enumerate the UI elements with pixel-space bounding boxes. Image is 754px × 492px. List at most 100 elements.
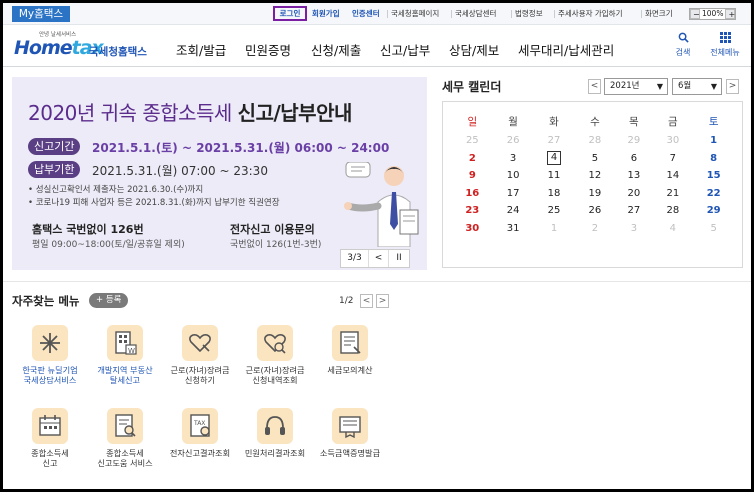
calendar-day-cell[interactable]: 18 [533, 185, 576, 203]
calendar-day-number: 27 [547, 135, 561, 147]
calendar-day-cell[interactable]: 11 [533, 167, 576, 185]
cert-center-link[interactable]: 인증센터 [352, 8, 380, 19]
calendar-day-cell[interactable]: 4 [653, 220, 692, 238]
favorite-menu-item[interactable]: 소득금액증명발급 [313, 408, 387, 458]
calendar-week-row: 23 24 25 26 27 28 29 [451, 202, 735, 220]
nav-consult[interactable]: 상담/제보 [449, 40, 499, 59]
favorites-add-button[interactable]: + 등록 [89, 293, 129, 308]
promo-banner[interactable]: 2020년 귀속 종합소득세 신고/납부안내 신고기간 2021.5.1.(토)… [12, 77, 427, 270]
favorite-menu-item[interactable]: 세금모의계산 [313, 325, 387, 375]
consult-center-link[interactable]: 국세상담센터 [455, 8, 496, 19]
banner-prev-button[interactable]: < [369, 250, 389, 267]
zoom-out-button[interactable]: − [690, 9, 700, 19]
favorite-menu-item[interactable]: 한국판 뉴딜기업 국세상담서비스 [13, 325, 87, 385]
law-info-link[interactable]: 법령정보 [515, 8, 543, 19]
calendar-day-cell[interactable]: 2 [451, 150, 494, 168]
calendar-day-cell[interactable]: 26 [575, 202, 614, 220]
my-hometax-tab[interactable]: My홈택스 [12, 6, 70, 22]
search-button[interactable]: 검색 [663, 32, 703, 58]
calendar-day-number: 28 [588, 135, 602, 147]
calendar-day-cell[interactable]: 14 [653, 167, 692, 185]
calendar-day-cell[interactable]: 20 [614, 185, 653, 203]
banner-pause-button[interactable]: II [389, 250, 409, 267]
payment-deadline-value: 2021.5.31.(월) 07:00 ~ 23:30 [92, 164, 268, 178]
login-link[interactable]: 로그인 [273, 6, 307, 21]
doc-check-icon: TAX [182, 408, 218, 444]
calendar-day-cell[interactable]: 6 [614, 150, 653, 168]
hometax-logo[interactable]: 안녕 날세서비스 Hometax 국세청홈택스 [11, 30, 151, 62]
calendar-day-cell[interactable]: 16 [451, 185, 494, 203]
calendar-day-cell[interactable]: 7 [653, 150, 692, 168]
calendar-day-cell[interactable]: 22 [692, 185, 735, 203]
calendar-day-cell[interactable]: 21 [653, 185, 692, 203]
calendar-day-cell[interactable]: 31 [494, 220, 533, 238]
nav-filing[interactable]: 신고/납부 [380, 40, 430, 59]
calendar-year-select[interactable]: 2021년 ▼ [604, 78, 668, 95]
calendar-day-cell[interactable]: 10 [494, 167, 533, 185]
calendar-next-button[interactable]: > [726, 79, 739, 94]
nav-certificate[interactable]: 민원증명 [245, 40, 291, 59]
calendar-day-cell[interactable]: 2 [575, 220, 614, 238]
favorite-menu-item[interactable]: W 개발지역 부동산 탈세신고 [88, 325, 162, 385]
calendar-day-cell[interactable]: 12 [575, 167, 614, 185]
calendar-day-cell[interactable]: 15 [692, 167, 735, 185]
calendar-day-cell[interactable]: 1 [692, 132, 735, 150]
calendar-day-number: 26 [506, 135, 520, 147]
calendar-day-cell[interactable]: 19 [575, 185, 614, 203]
calendar-day-cell[interactable]: 28 [575, 132, 614, 150]
calendar-week-row: 9 10 11 12 13 14 15 [451, 167, 735, 185]
signup-link[interactable]: 회원가입 [312, 8, 340, 19]
favorite-menu-label: 종합소득세 신고도움 서비스 [97, 448, 153, 468]
calendar-day-cell[interactable]: 29 [692, 202, 735, 220]
calendar-day-cell[interactable]: 1 [533, 220, 576, 238]
nav-inquiry[interactable]: 조회/발급 [176, 40, 226, 59]
all-menu-button[interactable]: 전체메뉴 [705, 32, 745, 58]
nav-application[interactable]: 신청/제출 [311, 40, 361, 59]
calendar-day-cell[interactable]: 23 [451, 202, 494, 220]
favorite-menu-item[interactable]: 근로(자녀)장려금 신청하기 [163, 325, 237, 385]
liquor-join-link[interactable]: 주세사용자 가입하기 [558, 8, 622, 19]
calendar-day-cell[interactable]: 29 [614, 132, 653, 150]
filing-period-value: 2021.5.1.(토) ~ 2021.5.31.(월) 06:00 ~ 24:… [92, 141, 390, 155]
calendar-day-cell[interactable]: 24 [494, 202, 533, 220]
calendar-day-cell[interactable]: 13 [614, 167, 653, 185]
calendar-day-cell[interactable]: 27 [533, 132, 576, 150]
calendar-day-cell[interactable]: 3 [614, 220, 653, 238]
favorite-menu-label: 민원처리결과조회 [244, 448, 306, 458]
zoom-in-button[interactable]: + [725, 9, 736, 19]
favorite-menu-item[interactable]: TAX 전자신고결과조회 [163, 408, 237, 458]
calendar-day-cell[interactable]: 30 [451, 220, 494, 238]
calendar-day-cell[interactable]: 25 [533, 202, 576, 220]
calendar-day-cell[interactable]: 27 [614, 202, 653, 220]
favorite-menu-item[interactable]: 민원처리결과조회 [238, 408, 312, 458]
chevron-down-icon: ▼ [656, 82, 663, 91]
nts-homepage-link[interactable]: 국세청홈페이지 [391, 8, 439, 19]
favorite-menu-item[interactable]: 근로(자녀)장려금 신청내역조회 [238, 325, 312, 385]
calendar-day-cell[interactable]: 8 [692, 150, 735, 168]
calendar-day-cell[interactable]: 25 [451, 132, 494, 150]
favorites-next-button[interactable]: > [376, 294, 389, 308]
grid-menu-icon [705, 32, 745, 47]
calendar-prev-button[interactable]: < [588, 79, 601, 94]
favorite-menu-item[interactable]: 종합소득세 신고 [13, 408, 87, 468]
calendar-day-cell[interactable]: 30 [653, 132, 692, 150]
calendar-day-cell[interactable]: 5 [692, 220, 735, 238]
favorite-menu-item[interactable]: 종합소득세 신고도움 서비스 [88, 408, 162, 468]
favorite-menu-label: 근로(자녀)장려금 신청하기 [170, 365, 230, 385]
tax-calendar-title: 세무 캘린더 [442, 80, 502, 94]
nav-tax-agent[interactable]: 세무대리/납세관리 [518, 40, 614, 59]
calendar-day-cell[interactable]: 26 [494, 132, 533, 150]
calendar-day-number: 23 [465, 205, 480, 217]
calendar-today-cell[interactable]: 4 [533, 150, 576, 168]
headset-icon [257, 408, 293, 444]
contact-efiling-number: 국번없이 126(1번-3번) [230, 240, 322, 250]
calendar-day-cell[interactable]: 9 [451, 167, 494, 185]
calendar-day-cell[interactable]: 3 [494, 150, 533, 168]
calendar-day-cell[interactable]: 17 [494, 185, 533, 203]
calendar-day-cell[interactable]: 5 [575, 150, 614, 168]
calendar-day-cell[interactable]: 28 [653, 202, 692, 220]
favorite-menu-label: 근로(자녀)장려금 신청내역조회 [245, 365, 305, 385]
favorite-menu-label: 전자신고결과조회 [169, 448, 231, 458]
favorites-prev-button[interactable]: < [360, 294, 373, 308]
calendar-month-select[interactable]: 6월 ▼ [672, 78, 722, 95]
